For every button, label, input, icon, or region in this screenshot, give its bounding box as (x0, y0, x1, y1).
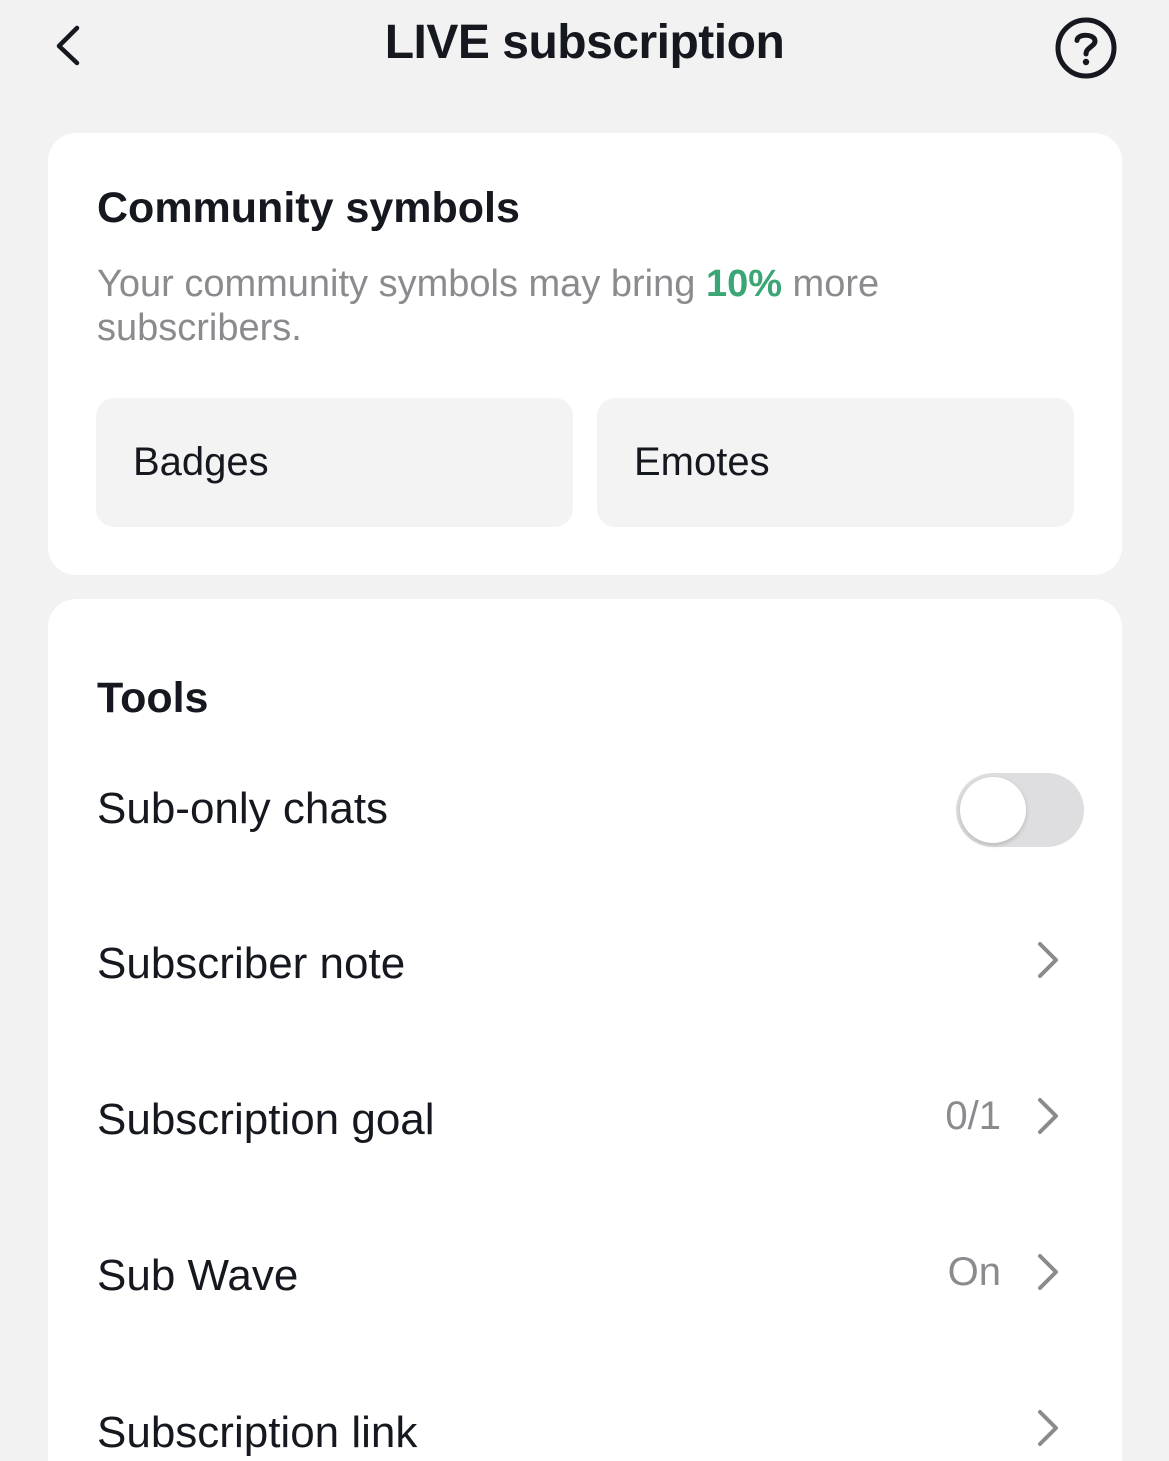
chevron-right-icon (1038, 1098, 1058, 1134)
subscription-goal-row[interactable]: Subscription goal 0/1 (48, 1061, 1122, 1181)
badges-label: Badges (133, 440, 269, 484)
subscriber-note-label: Subscriber note (97, 939, 406, 988)
percentage-highlight: 10% (705, 263, 782, 305)
page-title: LIVE subscription (384, 16, 785, 69)
subscriber-note-row[interactable]: Subscriber note (48, 905, 1122, 1025)
emotes-tile[interactable]: Emotes (597, 398, 1074, 527)
sub-wave-value: On (947, 1250, 1001, 1294)
emotes-label: Emotes (634, 440, 770, 484)
help-button[interactable] (1052, 14, 1120, 82)
community-symbols-heading: Community symbols (97, 184, 520, 232)
subscription-goal-label: Subscription goal (97, 1095, 435, 1144)
subscription-goal-value: 0/1 (945, 1094, 1001, 1138)
subscription-link-row[interactable]: Subscription link (48, 1373, 1122, 1461)
top-bar: LIVE subscription (0, 0, 1169, 92)
description-text: Your community symbols may bring (97, 263, 706, 305)
chevron-right-icon (1038, 1410, 1058, 1446)
live-subscription-page: LIVE subscription Community symbols Your… (0, 0, 1169, 1461)
badges-tile[interactable]: Badges (96, 398, 573, 527)
toggle-knob (960, 777, 1026, 843)
tools-heading: Tools (97, 674, 209, 722)
sub-only-chats-toggle[interactable] (956, 773, 1084, 847)
chevron-right-icon (1038, 1254, 1058, 1290)
sub-wave-row[interactable]: Sub Wave On (48, 1217, 1122, 1337)
sub-only-chats-label: Sub-only chats (97, 784, 389, 833)
chevron-right-icon (1038, 942, 1058, 978)
community-symbols-description: Your community symbols may bring 10% mor… (97, 262, 977, 350)
subscription-link-label: Subscription link (97, 1408, 418, 1457)
question-circle-icon (1055, 17, 1117, 79)
sub-wave-label: Sub Wave (97, 1251, 299, 1300)
